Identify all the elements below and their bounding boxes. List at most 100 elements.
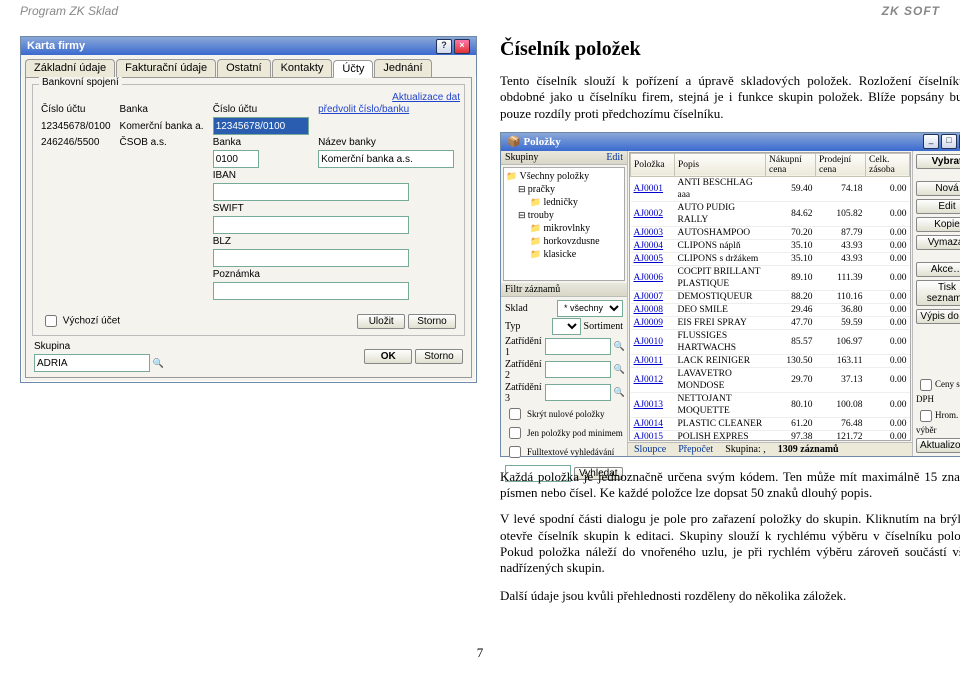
vymazat-button[interactable]: Vymazat xyxy=(916,235,960,250)
para3: V levé spodní části dialogu je pole pro … xyxy=(500,511,960,576)
poznamka-input[interactable] xyxy=(213,282,409,300)
skupiny-edit-link[interactable]: Edit xyxy=(606,152,623,163)
polozky-title: 📦 Položky xyxy=(507,133,561,151)
storno-inner-button[interactable]: Storno xyxy=(408,314,456,329)
lbl-blz: BLZ xyxy=(209,235,460,248)
cislo-input[interactable] xyxy=(213,117,309,135)
table-row[interactable]: AJ0014PLASTIC CLEANER61.2076.480.00 xyxy=(631,417,910,430)
table-row[interactable]: AJ0007DEMOSTIQUEUR88.20110.160.00 xyxy=(631,290,910,303)
table-row[interactable]: AJ0015POLISH EXPRES97.38121.720.00 xyxy=(631,430,910,441)
full-checkbox[interactable] xyxy=(509,446,521,458)
tab-z-kladn-daje[interactable]: Základní údaje xyxy=(25,59,115,77)
z1-lookup-icon[interactable] xyxy=(614,341,625,352)
tab--ty[interactable]: Účty xyxy=(333,60,373,78)
predvolit-link[interactable]: předvolit číslo/banku xyxy=(318,104,409,115)
akce-button[interactable]: Akce… xyxy=(916,262,960,277)
nova-button[interactable]: Nová xyxy=(916,181,960,196)
aktualizace-link[interactable]: Aktualizace dat xyxy=(392,92,460,103)
tree-node[interactable]: ledničky xyxy=(506,196,622,209)
vypis-button[interactable]: Výpis do TF xyxy=(916,309,960,324)
vychozi-checkbox[interactable] xyxy=(45,315,57,327)
grid-col-header[interactable]: Položka xyxy=(631,153,675,176)
sloupce-link[interactable]: Sloupce xyxy=(634,444,666,455)
tree-node[interactable]: mikrovlnky xyxy=(506,222,622,235)
tab-ostatn-[interactable]: Ostatní xyxy=(217,59,270,77)
close-icon[interactable]: × xyxy=(454,39,470,54)
edit-button[interactable]: Edit xyxy=(916,199,960,214)
banka-code-input[interactable] xyxy=(213,150,259,168)
table-row[interactable]: AJ0006COCPIT BRILLANT PLASTIQUE89.10111.… xyxy=(631,265,910,290)
f-z1: Zatřídění 1 xyxy=(505,336,542,358)
polozky-window: 📦 Položky _ □ × Skupiny Edit Všechn xyxy=(500,132,960,457)
skryt-checkbox[interactable] xyxy=(509,408,521,420)
jen-checkbox[interactable] xyxy=(509,427,521,439)
grid-col-header[interactable]: Prodejní cena xyxy=(816,153,866,176)
table-row[interactable]: AJ0011LACK REINIGER130.50163.110.00 xyxy=(631,354,910,367)
para2: Každá položka je jednoznačně určena svým… xyxy=(500,469,960,502)
table-row[interactable]: AJ0013NETTOJANT MOQUETTE80.10100.080.00 xyxy=(631,392,910,417)
z2-lookup-icon[interactable] xyxy=(614,364,625,375)
table-row[interactable]: AJ0004CLIPONS náplň35.1043.930.00 xyxy=(631,239,910,252)
page-number: 7 xyxy=(0,645,960,661)
hrom-checkbox[interactable] xyxy=(920,410,932,422)
lbl-nazev: Název banky xyxy=(314,136,460,149)
grid-col-header[interactable]: Celk. zásoba xyxy=(866,153,910,176)
prepocet-link[interactable]: Přepočet xyxy=(678,444,713,455)
tree-node[interactable]: Všechny položky xyxy=(506,170,622,183)
z2-input[interactable] xyxy=(545,361,611,378)
typ-select[interactable] xyxy=(552,318,581,335)
f-sort: Sortiment xyxy=(584,321,623,332)
table-row[interactable]: AJ0001ANTI BESCHLAG aaa59.4074.180.00 xyxy=(631,176,910,201)
blz-input[interactable] xyxy=(213,249,409,267)
table-row[interactable]: AJ0012LAVAVETRO MONDOSE29.7037.130.00 xyxy=(631,367,910,392)
tree-node[interactable]: horkovzdusne xyxy=(506,235,622,248)
skupina-input[interactable] xyxy=(34,354,150,372)
tab-faktura-n-daje[interactable]: Fakturační údaje xyxy=(116,59,216,77)
kopie-button[interactable]: Kopie xyxy=(916,217,960,232)
table-row[interactable]: AJ0010FLUSSIGES HARTWACHS85.57106.970.00 xyxy=(631,329,910,354)
grid-col-header[interactable]: Popis xyxy=(675,153,766,176)
help-icon[interactable]: ? xyxy=(436,39,452,54)
min-icon[interactable]: _ xyxy=(923,134,939,149)
tree-node[interactable]: trouby xyxy=(506,209,622,222)
iban-input[interactable] xyxy=(213,183,409,201)
status-count: 1309 záznamů xyxy=(778,444,839,455)
ceny-checkbox[interactable] xyxy=(920,379,932,391)
max-icon[interactable]: □ xyxy=(941,134,957,149)
ok-button[interactable]: OK xyxy=(364,349,412,364)
row1-banka: ČSOB a.s. xyxy=(116,136,209,149)
table-row[interactable]: AJ0002AUTO PUDIG RALLY84.62105.820.00 xyxy=(631,201,910,226)
tree-node[interactable]: pračky xyxy=(506,183,622,196)
lbl-iban: IBAN xyxy=(209,169,460,182)
grid-area: PoložkaPopisNákupní cenaProdejní cenaCel… xyxy=(628,151,912,456)
lbl-swift: SWIFT xyxy=(209,202,460,215)
ulozit-button[interactable]: Uložit xyxy=(357,314,405,329)
aktual-button[interactable]: Aktualizovat xyxy=(916,438,960,453)
row0-banka: Komerční banka a. xyxy=(116,116,209,136)
table-row[interactable]: AJ0003AUTOSHAMPOO70.2087.790.00 xyxy=(631,226,910,239)
banka-nazev-input[interactable] xyxy=(318,150,454,168)
group-tree[interactable]: Všechny položkypračkyledničkytroubymikro… xyxy=(503,167,625,281)
storno-button[interactable]: Storno xyxy=(415,349,463,364)
lookup-icon[interactable] xyxy=(153,358,164,369)
vychozi-label: Výchozí účet xyxy=(63,316,120,327)
table-row[interactable]: AJ0009EIS FREI SPRAY47.7059.590.00 xyxy=(631,316,910,329)
z3-input[interactable] xyxy=(545,384,611,401)
tab-jedn-n-[interactable]: Jednání xyxy=(374,59,431,77)
tree-node[interactable]: klasicke xyxy=(506,248,622,261)
items-grid[interactable]: PoložkaPopisNákupní cenaProdejní cenaCel… xyxy=(630,153,910,441)
tisk-button[interactable]: Tisk seznamu xyxy=(916,280,960,306)
table-row[interactable]: AJ0005CLIPONS s držákem35.1043.930.00 xyxy=(631,252,910,265)
table-row[interactable]: AJ0008DEO SMILE29.4636.800.00 xyxy=(631,303,910,316)
karta-firmy-window: Karta firmy ? × Základní údajeFakturační… xyxy=(20,36,477,383)
tab-kontakty[interactable]: Kontakty xyxy=(272,59,333,77)
program-name: Program ZK Sklad xyxy=(20,4,118,18)
sidebar: Skupiny Edit Všechny položkypračkylednič… xyxy=(501,151,628,456)
z3-lookup-icon[interactable] xyxy=(614,387,625,398)
sklad-select[interactable]: * všechny sklady * xyxy=(557,300,623,317)
grid-col-header[interactable]: Nákupní cena xyxy=(766,153,816,176)
vybrat-button[interactable]: Vybrat xyxy=(916,154,960,169)
lbl-banka2: Banka xyxy=(209,136,314,149)
z1-input[interactable] xyxy=(545,338,611,355)
swift-input[interactable] xyxy=(213,216,409,234)
